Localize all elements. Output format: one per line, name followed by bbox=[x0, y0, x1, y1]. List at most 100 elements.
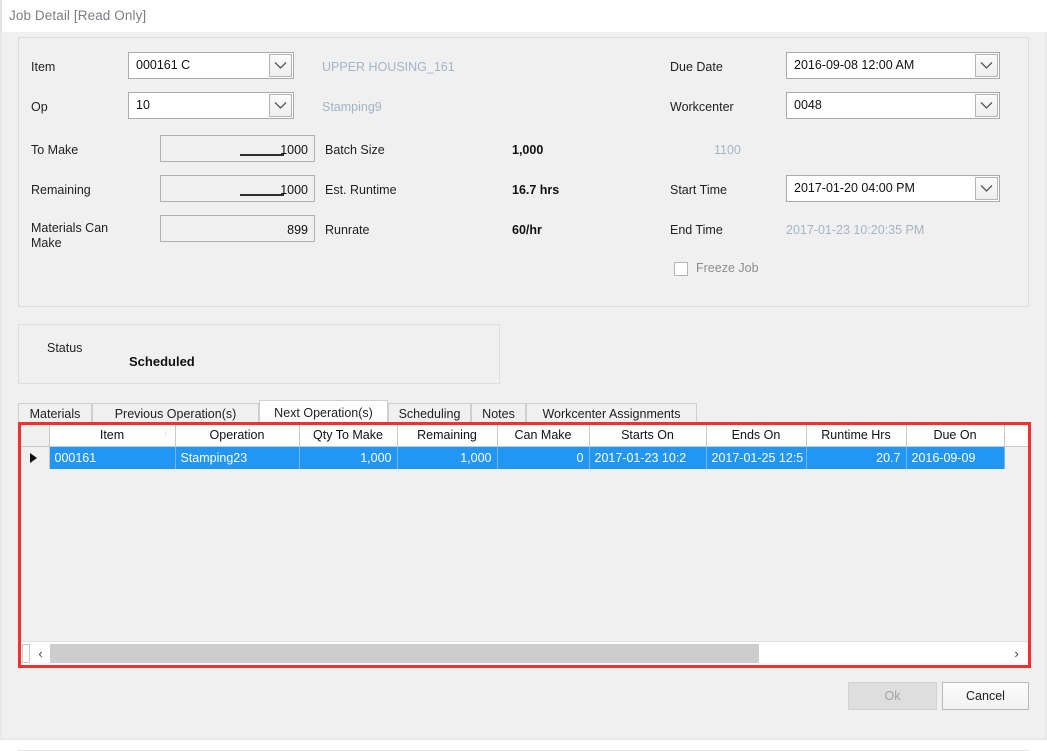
cell-remaining[interactable]: 1,000 bbox=[397, 446, 498, 469]
status-badge: Scheduled bbox=[129, 354, 195, 369]
job-details-panel: Item 000161 C UPPER HOUSING_161 Op 10 St… bbox=[18, 37, 1029, 307]
materials-can-make-input-value: 899 bbox=[287, 223, 308, 237]
remaining-label: Remaining bbox=[31, 183, 91, 197]
cell-operation[interactable]: Stamping23 bbox=[175, 446, 300, 469]
column-header-remaining[interactable]: Remaining bbox=[397, 425, 498, 447]
due-date-label: Due Date bbox=[670, 60, 723, 74]
tab-previous-operations[interactable]: Previous Operation(s) bbox=[92, 403, 259, 424]
row-marker-icon bbox=[30, 452, 37, 463]
materials-can-make-label-line1: Materials Can bbox=[31, 221, 109, 235]
scrollbar-resize-grip[interactable] bbox=[22, 644, 30, 663]
ok-button[interactable]: Ok bbox=[848, 682, 937, 710]
scroll-right-arrow-icon[interactable]: › bbox=[1008, 642, 1025, 665]
cell-can-make[interactable]: 0 bbox=[497, 446, 590, 469]
materials-can-make-label: Materials Can Make bbox=[31, 221, 126, 251]
chevron-down-icon[interactable] bbox=[269, 54, 292, 77]
due-date-combobox[interactable]: 2016-09-08 12:00 AM bbox=[786, 52, 1000, 79]
grid-gutter-header bbox=[21, 425, 50, 447]
op-combobox[interactable]: 10 bbox=[128, 92, 294, 119]
chevron-down-icon[interactable] bbox=[975, 177, 998, 200]
next-operations-grid[interactable]: Item / Operation Qty To Make Remaining C… bbox=[21, 425, 1028, 639]
cell-filler bbox=[1004, 446, 1028, 469]
chevron-down-icon[interactable] bbox=[975, 94, 998, 117]
column-header-due-on[interactable]: Due On bbox=[906, 425, 1005, 447]
est-runtime-label: Est. Runtime bbox=[325, 183, 397, 197]
tab-workcenter-assignments[interactable]: Workcenter Assignments bbox=[526, 403, 697, 424]
tab-strip: Materials Previous Operation(s) Next Ope… bbox=[18, 400, 1029, 425]
cell-starts-on[interactable]: 2017-01-23 10:2 bbox=[589, 446, 707, 469]
column-header-qty-to-make[interactable]: Qty To Make bbox=[299, 425, 398, 447]
row-selector-cell[interactable] bbox=[21, 446, 50, 469]
cancel-button[interactable]: Cancel bbox=[942, 682, 1029, 710]
column-header-item-label: Item bbox=[99, 428, 125, 443]
job-detail-window: Job Detail [Read Only] Item 000161 C UPP… bbox=[0, 0, 1047, 751]
remaining-input[interactable]: 1000 bbox=[160, 175, 315, 202]
tab-scheduling[interactable]: Scheduling bbox=[388, 403, 471, 424]
est-runtime-value: 16.7 hrs bbox=[512, 183, 560, 197]
workcenter-value: 0048 bbox=[794, 98, 822, 112]
start-time-combobox[interactable]: 2017-01-20 04:00 PM bbox=[786, 175, 1000, 202]
column-header-operation[interactable]: Operation bbox=[175, 425, 300, 447]
grid-header-row: Item / Operation Qty To Make Remaining C… bbox=[21, 425, 1028, 447]
to-make-input-mask bbox=[240, 154, 284, 156]
next-operations-grid-panel: Item / Operation Qty To Make Remaining C… bbox=[21, 425, 1028, 665]
column-header-can-make[interactable]: Can Make bbox=[497, 425, 590, 447]
end-time-value: 2017-01-23 10:20:35 PM bbox=[786, 223, 925, 237]
op-label: Op bbox=[31, 100, 48, 114]
due-date-value: 2016-09-08 12:00 AM bbox=[794, 58, 915, 72]
batch-size-label: Batch Size bbox=[325, 143, 385, 157]
remaining-input-value: 1000 bbox=[280, 183, 308, 197]
checkbox-box-icon[interactable] bbox=[674, 262, 688, 276]
runrate-value: 60/hr bbox=[512, 223, 542, 237]
materials-can-make-input[interactable]: 899 bbox=[160, 215, 315, 242]
cell-due-on[interactable]: 2016-09-09 bbox=[906, 446, 1005, 469]
to-make-input[interactable]: 1000 bbox=[160, 135, 315, 162]
column-header-filler bbox=[1004, 425, 1028, 447]
workcenter-label: Workcenter bbox=[670, 100, 734, 114]
window-titlebar: Job Detail [Read Only] bbox=[0, 0, 1047, 32]
column-header-starts-on[interactable]: Starts On bbox=[589, 425, 707, 447]
scroll-left-arrow-icon[interactable]: ‹ bbox=[32, 642, 49, 665]
status-label: Status bbox=[47, 341, 83, 355]
remaining-input-mask bbox=[240, 194, 284, 196]
cell-item[interactable]: 000161 bbox=[49, 446, 176, 469]
op-description: Stamping9 bbox=[322, 100, 382, 114]
to-make-label: To Make bbox=[31, 143, 79, 157]
workcenter-combobox[interactable]: 0048 bbox=[786, 92, 1000, 119]
chevron-down-icon[interactable] bbox=[269, 94, 292, 117]
grid-table: Item / Operation Qty To Make Remaining C… bbox=[21, 425, 1028, 469]
op-combobox-value: 10 bbox=[136, 98, 150, 112]
start-time-label: Start Time bbox=[670, 183, 727, 197]
cell-runtime-hrs[interactable]: 20.7 bbox=[806, 446, 907, 469]
status-panel: Status Scheduled bbox=[18, 324, 500, 384]
column-header-ends-on[interactable]: Ends On bbox=[706, 425, 807, 447]
cell-qty-to-make[interactable]: 1,000 bbox=[299, 446, 398, 469]
tab-next-operations[interactable]: Next Operation(s) bbox=[259, 400, 388, 425]
item-combobox-value: 000161 C bbox=[136, 58, 191, 72]
freeze-job-label: Freeze Job bbox=[696, 261, 759, 275]
sort-ascending-icon: / bbox=[164, 428, 168, 442]
scrollbar-track[interactable] bbox=[50, 642, 1008, 665]
item-label: Item bbox=[31, 60, 56, 74]
column-header-runtime-hrs[interactable]: Runtime Hrs bbox=[806, 425, 907, 447]
window-client-area: Item 000161 C UPPER HOUSING_161 Op 10 St… bbox=[0, 32, 1047, 751]
to-make-input-value: 1000 bbox=[280, 143, 308, 157]
tab-notes[interactable]: Notes bbox=[471, 403, 526, 424]
titlebar-left-edge bbox=[0, 0, 2, 32]
tab-materials[interactable]: Materials bbox=[18, 403, 92, 424]
grid-horizontal-scrollbar[interactable]: ‹ › bbox=[21, 641, 1028, 665]
chevron-down-icon[interactable] bbox=[975, 54, 998, 77]
cell-ends-on[interactable]: 2017-01-25 12:5 bbox=[706, 446, 807, 469]
window-title: Job Detail [Read Only] bbox=[9, 8, 147, 23]
scrollbar-thumb[interactable] bbox=[50, 644, 759, 663]
item-description: UPPER HOUSING_161 bbox=[322, 60, 455, 74]
materials-can-make-label-line2: Make bbox=[31, 236, 62, 250]
workcenter-description: 1100 bbox=[714, 143, 741, 157]
item-combobox[interactable]: 000161 C bbox=[128, 52, 294, 79]
start-time-value: 2017-01-20 04:00 PM bbox=[794, 181, 915, 195]
batch-size-value: 1,000 bbox=[512, 143, 544, 157]
end-time-label: End Time bbox=[670, 223, 723, 237]
table-row[interactable]: 000161 Stamping23 1,000 1,000 0 2017-01-… bbox=[21, 446, 1028, 469]
runrate-label: Runrate bbox=[325, 223, 370, 237]
column-header-item[interactable]: Item / bbox=[49, 425, 176, 447]
